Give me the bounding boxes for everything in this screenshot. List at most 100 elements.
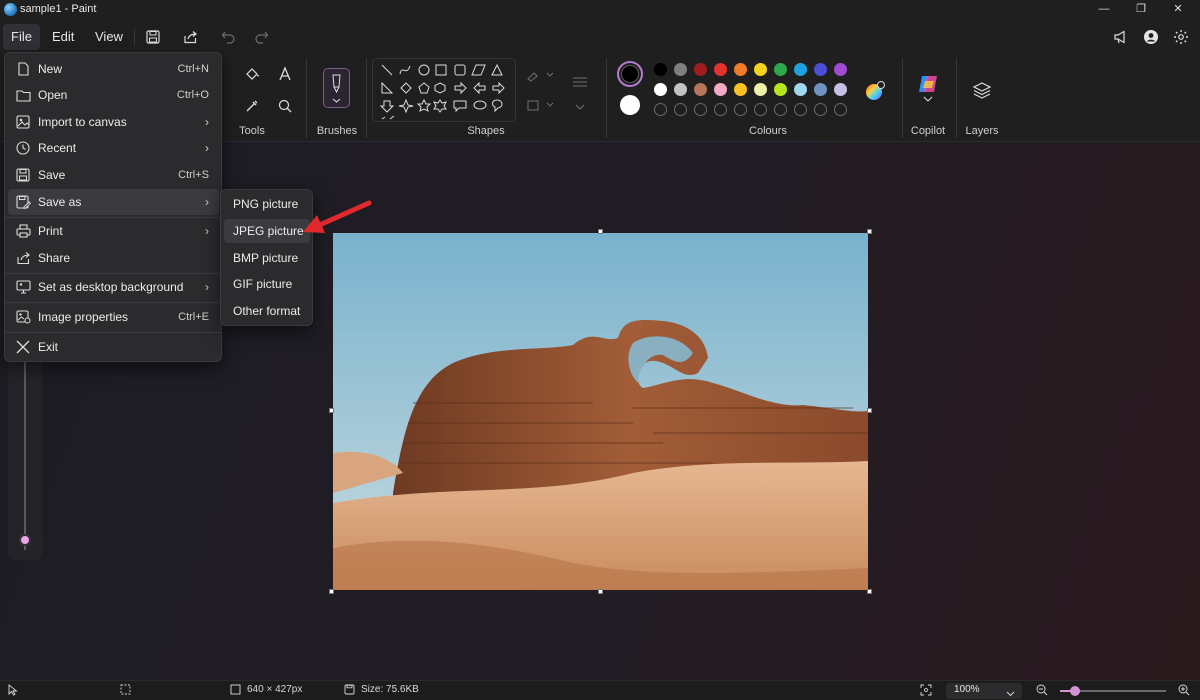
chevron-down-icon <box>1006 686 1015 700</box>
empty-custom-colour-slot[interactable] <box>794 103 807 116</box>
empty-custom-colour-slot[interactable] <box>814 103 827 116</box>
save-icon <box>344 684 355 695</box>
fit-to-window-icon[interactable] <box>920 684 932 696</box>
file-menu-dropdown: New Ctrl+N Open Ctrl+O Import to canvas … <box>4 52 222 362</box>
brush-size-thumb[interactable] <box>19 534 31 546</box>
resize-handle[interactable] <box>867 408 872 413</box>
empty-custom-colour-slot[interactable] <box>734 103 747 116</box>
edit-menu-button[interactable]: Edit <box>44 24 82 50</box>
close-window-button[interactable]: ✕ <box>1162 1 1194 19</box>
fill-bucket-icon[interactable] <box>242 64 262 84</box>
folder-icon <box>8 89 38 102</box>
fill-style-dropdown[interactable] <box>525 95 555 115</box>
colour-swatch[interactable] <box>814 83 827 96</box>
secondary-colour-selector[interactable] <box>620 95 640 115</box>
menu-item-set-as-desktop-background[interactable]: Set as desktop background › <box>8 274 219 300</box>
submenu-item-gif[interactable]: GIF picture <box>224 272 310 296</box>
colour-swatch[interactable] <box>814 63 827 76</box>
colour-picker-icon[interactable] <box>242 96 262 116</box>
maximize-button[interactable]: ❐ <box>1125 1 1157 19</box>
zoom-in-icon[interactable] <box>1178 684 1190 696</box>
canvas-size-icon <box>230 684 241 695</box>
save-icon[interactable] <box>142 26 164 48</box>
submenu-item-other-format[interactable]: Other format <box>224 299 310 323</box>
settings-gear-icon[interactable] <box>1170 26 1192 48</box>
primary-colour-selector[interactable] <box>617 61 643 87</box>
share-icon[interactable] <box>179 26 201 48</box>
resize-handle[interactable] <box>329 408 334 413</box>
brushes-button[interactable] <box>323 68 350 108</box>
menu-item-open[interactable]: Open Ctrl+O <box>8 82 219 108</box>
chevron-down-icon[interactable] <box>572 97 588 117</box>
resize-handle[interactable] <box>329 589 334 594</box>
colour-swatch[interactable] <box>714 63 727 76</box>
colour-swatch[interactable] <box>794 63 807 76</box>
menu-item-recent[interactable]: Recent › <box>8 135 219 161</box>
image-properties-icon <box>8 310 38 324</box>
shape-size-icon[interactable] <box>570 72 590 92</box>
resize-handle[interactable] <box>598 229 603 234</box>
brushes-group-label: Brushes <box>316 125 358 137</box>
account-avatar[interactable] <box>1140 26 1162 48</box>
colour-swatch[interactable] <box>794 83 807 96</box>
empty-custom-colour-slot[interactable] <box>714 103 727 116</box>
colour-swatch[interactable] <box>694 83 707 96</box>
outline-style-dropdown[interactable] <box>525 65 555 85</box>
submenu-item-bmp[interactable]: BMP picture <box>224 246 310 270</box>
menu-item-save-as[interactable]: Save as › <box>8 189 219 215</box>
menu-item-share[interactable]: Share <box>8 245 219 271</box>
zoom-slider-thumb[interactable] <box>1069 686 1080 696</box>
colour-swatch[interactable] <box>734 83 747 96</box>
copilot-icon[interactable] <box>916 72 940 96</box>
colour-swatch[interactable] <box>654 63 667 76</box>
minimize-button[interactable]: — <box>1088 1 1120 19</box>
empty-custom-colour-slot[interactable] <box>694 103 707 116</box>
colour-swatch[interactable] <box>714 83 727 96</box>
colour-swatch[interactable] <box>774 63 787 76</box>
redo-icon[interactable] <box>250 26 272 48</box>
empty-custom-colour-slot[interactable] <box>674 103 687 116</box>
chevron-right-icon: › <box>205 224 209 238</box>
colour-swatch[interactable] <box>674 63 687 76</box>
menu-item-print[interactable]: Print › <box>8 218 219 244</box>
resize-handle[interactable] <box>867 229 872 234</box>
shapes-gallery[interactable] <box>372 58 516 122</box>
resize-handle[interactable] <box>867 589 872 594</box>
text-tool-icon[interactable] <box>275 64 295 84</box>
magnifier-icon[interactable] <box>275 96 295 116</box>
empty-custom-colour-slot[interactable] <box>754 103 767 116</box>
menu-item-save[interactable]: Save Ctrl+S <box>8 162 219 188</box>
colour-swatch[interactable] <box>674 83 687 96</box>
colour-swatch[interactable] <box>754 63 767 76</box>
shapes-group-label: Shapes <box>467 125 505 137</box>
menu-item-new[interactable]: New Ctrl+N <box>8 56 219 82</box>
brush-size-track[interactable] <box>24 350 26 550</box>
menu-item-exit[interactable]: Exit <box>8 334 219 360</box>
layers-icon[interactable] <box>971 79 993 101</box>
view-menu-button[interactable]: View <box>87 24 131 50</box>
announcement-icon[interactable] <box>1110 26 1132 48</box>
undo-icon[interactable] <box>217 26 239 48</box>
menu-item-image-properties[interactable]: Image properties Ctrl+E <box>8 304 219 330</box>
annotation-arrow <box>303 200 372 233</box>
colour-swatch[interactable] <box>654 83 667 96</box>
colour-swatch[interactable] <box>734 63 747 76</box>
empty-custom-colour-slot[interactable] <box>774 103 787 116</box>
layers-group-label: Layers <box>965 125 999 137</box>
edit-colours-icon[interactable] <box>863 79 887 103</box>
menu-item-import-to-canvas[interactable]: Import to canvas › <box>8 109 219 135</box>
colour-swatch[interactable] <box>834 83 847 96</box>
chevron-down-icon[interactable] <box>922 94 934 104</box>
colour-swatch[interactable] <box>754 83 767 96</box>
empty-custom-colour-slot[interactable] <box>654 103 667 116</box>
colour-swatch[interactable] <box>834 63 847 76</box>
empty-custom-colour-slot[interactable] <box>834 103 847 116</box>
chevron-right-icon: › <box>205 115 209 129</box>
resize-handle[interactable] <box>598 589 603 594</box>
zoom-level-dropdown[interactable]: 100% <box>946 683 1022 699</box>
file-menu-button[interactable]: File <box>3 24 40 50</box>
colour-swatch[interactable] <box>774 83 787 96</box>
zoom-out-icon[interactable] <box>1036 684 1048 696</box>
canvas-image[interactable] <box>333 233 868 590</box>
colour-swatch[interactable] <box>694 63 707 76</box>
